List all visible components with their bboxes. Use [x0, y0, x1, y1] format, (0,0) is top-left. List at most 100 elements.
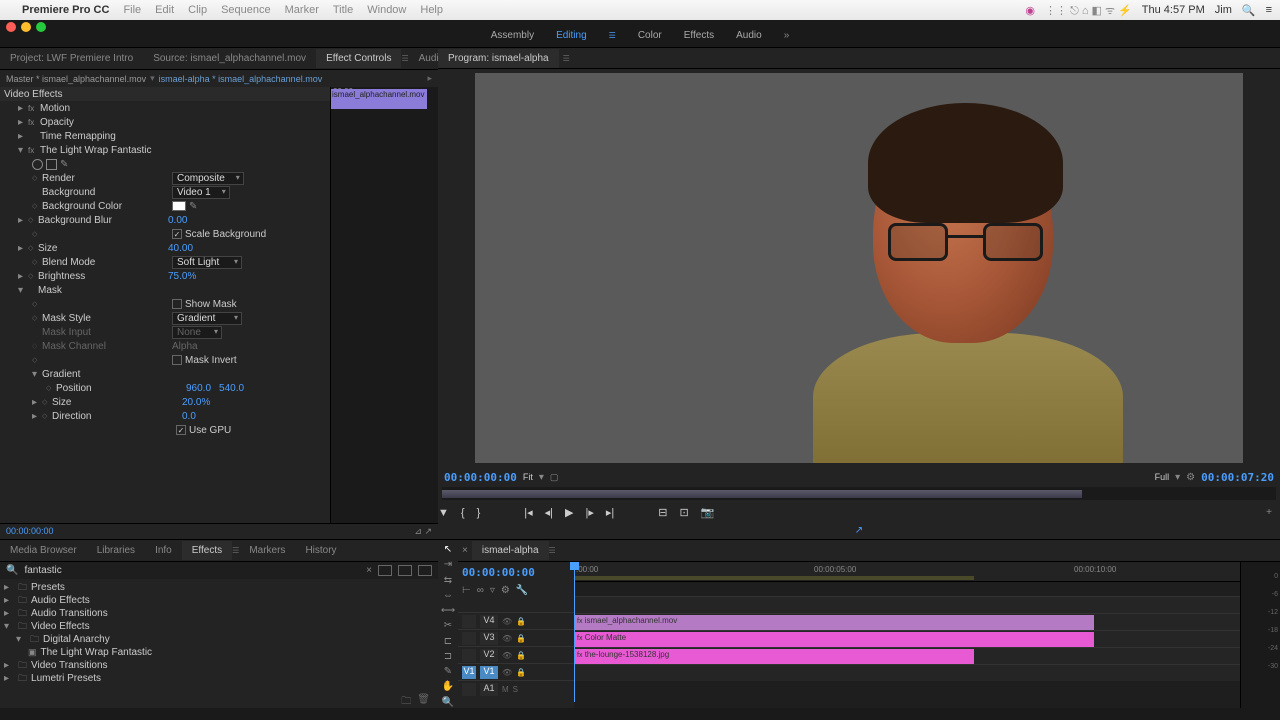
tab-source[interactable]: Source: ismael_alphachannel.mov [143, 49, 316, 68]
program-monitor[interactable] [438, 69, 1280, 467]
menu-file[interactable]: File [123, 4, 141, 16]
gradsize-value[interactable]: 20.0% [182, 397, 210, 408]
slip-tool-icon[interactable]: ⊏ [444, 636, 452, 647]
tab-effects[interactable]: Effects [182, 541, 232, 560]
ws-editing[interactable]: Editing [556, 30, 587, 41]
video-effects-folder[interactable]: Video Effects [31, 621, 90, 632]
selection-tool-icon[interactable]: ↖ [444, 544, 452, 555]
ws-effects[interactable]: Effects [684, 30, 714, 41]
timeline-timecode[interactable]: 00:00:00:00 [462, 566, 535, 579]
ws-editing-menu-icon[interactable]: ☰ [609, 31, 616, 40]
keyframe-toggle-icon[interactable]: ◇ [32, 174, 42, 182]
zoom-tool-icon[interactable]: 🔍 [442, 697, 454, 708]
rolling-edit-tool-icon[interactable]: ⇔ [443, 590, 453, 601]
zoom-dropdown-icon[interactable]: ▾ [539, 472, 544, 483]
time-remapping[interactable]: Time Remapping [40, 131, 170, 142]
tab-program[interactable]: Program: ismael-alpha [438, 49, 559, 68]
track-select-tool-icon[interactable]: ⇥ [444, 559, 452, 570]
notifications-icon[interactable]: ≡ [1266, 4, 1272, 16]
background-dropdown[interactable]: Video 1 [172, 186, 230, 199]
step-back-icon[interactable]: ◂| [545, 506, 553, 519]
ws-color[interactable]: Color [638, 30, 662, 41]
track-a1[interactable] [574, 664, 1240, 681]
clip-v1[interactable]: fx the-lounge-1538128.jpg [574, 649, 974, 664]
track-v2[interactable]: fx Color Matte [574, 630, 1240, 647]
app-name[interactable]: Premiere Pro CC [22, 4, 109, 16]
render-dropdown[interactable]: Composite [172, 172, 244, 185]
cc-sync-icon[interactable]: ◉ [1025, 4, 1035, 17]
track-v1[interactable]: fx the-lounge-1538128.jpg [574, 647, 1240, 664]
search-input[interactable] [24, 565, 360, 576]
extract-icon[interactable]: ⊡ [680, 506, 689, 519]
delete-icon[interactable]: 🗑 [417, 694, 430, 706]
export-frame-icon[interactable]: 📷 [701, 506, 715, 519]
menu-sequence[interactable]: Sequence [221, 4, 271, 16]
rate-stretch-tool-icon[interactable]: ⟷ [441, 605, 455, 616]
time-ruler[interactable]: :00:00 00:00:05:00 00:00:10:00 [574, 562, 1240, 582]
scale-bg-checkbox[interactable]: ✓ [172, 229, 182, 239]
scrubber[interactable] [442, 487, 1276, 501]
sequence-tab[interactable]: ismael-alpha [472, 541, 549, 560]
usegpu-checkbox[interactable]: ✓ [176, 425, 186, 435]
menu-marker[interactable]: Marker [285, 4, 319, 16]
sequence-clip-name[interactable]: ismael-alpha * ismael_alphachannel.mov [159, 74, 323, 84]
tab-info[interactable]: Info [145, 541, 182, 560]
ripple-edit-tool-icon[interactable]: ⇆ [444, 575, 452, 586]
filter-accelerated-icon[interactable] [378, 565, 392, 576]
current-timecode[interactable]: 00:00:00:00 [444, 471, 517, 484]
eyedropper-icon[interactable]: ✎ [189, 201, 197, 212]
clock[interactable]: Thu 4:57 PM [1142, 4, 1205, 16]
clip-v3[interactable]: fx ismael_alphachannel.mov [574, 615, 1094, 630]
lightwrap-effect-item[interactable]: The Light Wrap Fantastic [41, 647, 153, 658]
position-y[interactable]: 540.0 [219, 383, 244, 394]
program-menu-icon[interactable]: ☰ [559, 54, 574, 63]
new-bin-icon[interactable]: 🗀 [401, 694, 411, 706]
hand-tool-icon[interactable]: ✋ [442, 681, 454, 692]
step-forward-icon[interactable]: |▸ [586, 506, 594, 519]
track-v4-header[interactable]: V4👁🔒 [458, 612, 574, 629]
tab-effect-controls[interactable]: Effect Controls [316, 49, 401, 68]
maskstyle-dropdown[interactable]: Gradient [172, 312, 242, 325]
goto-out-icon[interactable]: ▸| [606, 506, 614, 519]
timeline-menu-icon[interactable]: ☰ [549, 546, 556, 555]
share-icon[interactable]: ↗ [855, 525, 863, 539]
size-value[interactable]: 40.00 [168, 243, 193, 254]
close-tab-icon[interactable]: × [462, 545, 472, 556]
snap-icon[interactable]: ⊢ [462, 585, 471, 596]
track-v2-header[interactable]: V2👁🔒 [458, 646, 574, 663]
tab-markers[interactable]: Markers [239, 541, 295, 560]
spotlight-icon[interactable]: 🔍 [1242, 4, 1256, 17]
zoom-fit[interactable]: Fit [523, 472, 533, 482]
playhead[interactable] [574, 562, 575, 702]
tab-media-browser[interactable]: Media Browser [0, 541, 87, 560]
zoom-icon[interactable]: ⊿ ↗ [414, 526, 432, 537]
keyframe-clip[interactable]: ismael_alphachannel.mov [331, 89, 427, 109]
track-v3-header[interactable]: V3👁🔒 [458, 629, 574, 646]
filter-yuv-icon[interactable] [418, 565, 432, 576]
track-v4[interactable] [574, 596, 1240, 613]
menu-title[interactable]: Title [333, 4, 353, 16]
track-v3[interactable]: fx ismael_alphachannel.mov [574, 613, 1240, 630]
bgcolor-swatch[interactable] [172, 201, 186, 211]
mark-in-icon[interactable]: { [461, 507, 465, 519]
mask-pen-icon[interactable]: ✎ [60, 159, 68, 170]
twirl-icon[interactable]: ▸ [18, 103, 28, 114]
clip-v2[interactable]: fx Color Matte [574, 632, 1094, 647]
track-a1-header[interactable]: A1MS [458, 680, 574, 697]
lift-icon[interactable]: ⊟ [658, 506, 667, 519]
audio-effects-folder[interactable]: Audio Effects [31, 595, 90, 606]
goto-in-icon[interactable]: |◂ [524, 506, 532, 519]
linked-selection-icon[interactable]: ∞ [477, 585, 484, 596]
master-clip-name[interactable]: Master * ismael_alphachannel.mov [6, 74, 146, 84]
bgblur-value[interactable]: 0.00 [168, 215, 187, 226]
opacity-effect[interactable]: Opacity [40, 117, 170, 128]
button-editor-icon[interactable]: + [1266, 507, 1280, 518]
settings-icon[interactable]: ⚙ [1186, 472, 1195, 483]
video-transitions-folder[interactable]: Video Transitions [31, 660, 108, 671]
window-controls[interactable] [6, 22, 46, 32]
effects-menu-icon[interactable]: ☰ [232, 546, 239, 555]
wrench-icon[interactable]: 🔧 [516, 585, 528, 596]
menu-clip[interactable]: Clip [188, 4, 207, 16]
presets-folder[interactable]: Presets [31, 582, 65, 593]
tab-libraries[interactable]: Libraries [87, 541, 145, 560]
